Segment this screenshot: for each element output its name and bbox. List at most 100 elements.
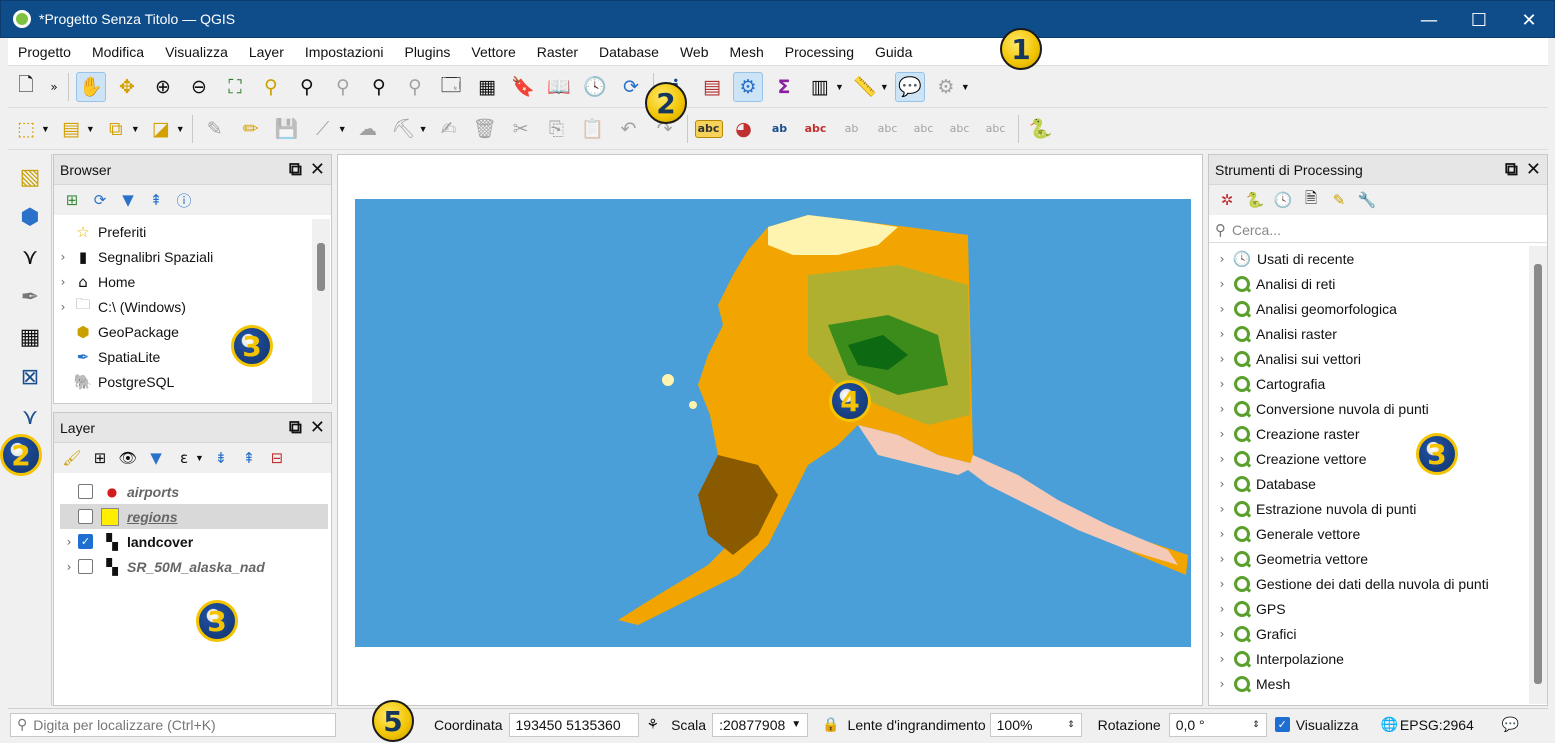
chevron-right-icon[interactable]: › bbox=[1213, 502, 1231, 516]
chevron-right-icon[interactable]: › bbox=[1213, 627, 1231, 641]
menu-plugins[interactable]: Plugins bbox=[394, 44, 461, 60]
paste-features-icon[interactable]: 📋 bbox=[578, 114, 608, 144]
scale-field[interactable]: :20877908 ▼ bbox=[712, 712, 809, 737]
processing-group[interactable]: › Creazione vettore bbox=[1213, 446, 1529, 471]
properties-info-icon[interactable]: ⓘ bbox=[172, 188, 196, 212]
menu-vettore[interactable]: Vettore bbox=[461, 44, 526, 60]
chevron-right-icon[interactable]: › bbox=[1213, 677, 1231, 691]
chevron-right-icon[interactable]: › bbox=[54, 300, 72, 314]
processing-scrollbar[interactable] bbox=[1529, 246, 1547, 704]
float-panel-icon[interactable]: ⧉ bbox=[289, 159, 302, 180]
layer-item-sr50m[interactable]: › ▚ SR_50M_alaska_nad bbox=[60, 554, 328, 579]
processing-group[interactable]: › Interpolazione bbox=[1213, 646, 1529, 671]
manage-visibility-icon[interactable]: 👁 bbox=[116, 446, 140, 470]
options-wrench-icon[interactable]: 🔧 bbox=[1355, 188, 1379, 212]
toggle-editing-icon[interactable]: ✏ bbox=[236, 114, 266, 144]
vertex-tool-icon[interactable]: ⛏ bbox=[389, 114, 419, 144]
save-edits-icon[interactable]: 💾 bbox=[272, 114, 302, 144]
chevron-right-icon[interactable]: › bbox=[1213, 602, 1231, 616]
chevron-right-icon[interactable]: › bbox=[1213, 377, 1231, 391]
close-panel-icon[interactable]: ✕ bbox=[310, 159, 325, 180]
chevron-down-icon[interactable]: ▼ bbox=[880, 82, 889, 92]
locator-settings-icon[interactable]: ⚙ bbox=[931, 72, 961, 102]
expand-all-icon[interactable]: ⇟ bbox=[209, 446, 233, 470]
rotation-spinbox[interactable]: 0,0 ° ⇕ bbox=[1168, 712, 1267, 737]
chevron-down-icon[interactable]: ▼ bbox=[41, 124, 50, 134]
spinbox-arrows-icon[interactable]: ⇕ bbox=[1067, 719, 1075, 730]
close-panel-icon[interactable]: ✕ bbox=[1526, 159, 1541, 180]
toolbar-overflow-icon[interactable]: » bbox=[47, 72, 61, 102]
processing-group[interactable]: › Gestione dei dati della nuvola di punti bbox=[1213, 571, 1529, 596]
label-properties-icon[interactable]: abc bbox=[981, 114, 1011, 144]
magnifier-spinbox[interactable]: 100% ⇕ bbox=[989, 712, 1082, 737]
chevron-down-icon[interactable]: ▼ bbox=[419, 124, 428, 134]
filter-expression-icon[interactable]: ε bbox=[172, 446, 196, 470]
browser-item-home[interactable]: › ⌂ Home bbox=[54, 269, 312, 294]
crs-label[interactable]: EPSG:2964 bbox=[1400, 717, 1474, 733]
processing-search-input[interactable]: Cerca... bbox=[1232, 222, 1281, 238]
chevron-right-icon[interactable]: › bbox=[1213, 552, 1231, 566]
scripts-icon[interactable]: 🐍 bbox=[1243, 188, 1267, 212]
browser-item-segnalibri[interactable]: › ▮ Segnalibri Spaziali bbox=[54, 244, 312, 269]
zoom-last-icon[interactable]: ⚲ bbox=[364, 72, 394, 102]
digitize-line-icon[interactable]: ⟋ bbox=[308, 114, 338, 144]
locator-box[interactable]: ⚲ Digita per localizzare (Ctrl+K) bbox=[10, 712, 336, 737]
chevron-down-icon[interactable]: ▼ bbox=[835, 82, 844, 92]
float-panel-icon[interactable]: ⧉ bbox=[289, 417, 302, 438]
processing-group[interactable]: › Generale vettore bbox=[1213, 521, 1529, 546]
zoom-to-layer-icon[interactable]: ⚲ bbox=[292, 72, 322, 102]
layer-item-landcover[interactable]: › ✓ ▚ landcover bbox=[60, 529, 328, 554]
statistics-sigma-icon[interactable]: Σ bbox=[769, 72, 799, 102]
processing-group[interactable]: › Cartografia bbox=[1213, 371, 1529, 396]
render-checkbox[interactable]: ✓ bbox=[1274, 717, 1290, 732]
results-viewer-icon[interactable]: 🗎 bbox=[1299, 188, 1323, 212]
layer-item-regions[interactable]: regions bbox=[60, 504, 328, 529]
processing-group[interactable]: › Database bbox=[1213, 471, 1529, 496]
processing-group[interactable]: › Analisi di reti bbox=[1213, 271, 1529, 296]
zoom-to-selection-icon[interactable]: ⚲ bbox=[256, 72, 286, 102]
layer-styling-icon[interactable]: 🖌 bbox=[60, 446, 84, 470]
close-panel-icon[interactable]: ✕ bbox=[310, 417, 325, 438]
add-delimited-text-icon[interactable]: ✒ bbox=[13, 280, 47, 314]
chevron-right-icon[interactable]: › bbox=[1213, 452, 1231, 466]
menu-impostazioni[interactable]: Impostazioni bbox=[295, 44, 395, 60]
move-label-icon[interactable]: abc bbox=[873, 114, 903, 144]
field-calculator-icon[interactable]: ▥ bbox=[805, 72, 835, 102]
browser-scrollbar[interactable] bbox=[312, 219, 330, 403]
processing-scrollbar-thumb[interactable] bbox=[1534, 264, 1542, 684]
map-canvas[interactable] bbox=[337, 154, 1203, 706]
menu-raster[interactable]: Raster bbox=[527, 44, 589, 60]
deselect-features-icon[interactable]: ⧉ bbox=[101, 114, 131, 144]
pan-to-selection-icon[interactable]: ✥ bbox=[112, 72, 142, 102]
zoom-full-icon[interactable]: ⛶ bbox=[220, 72, 250, 102]
new-3d-map-view-icon[interactable]: ▦ bbox=[472, 72, 502, 102]
menu-guida[interactable]: Guida bbox=[865, 44, 923, 60]
models-icon[interactable]: ✲ bbox=[1215, 188, 1239, 212]
chevron-right-icon[interactable]: › bbox=[1213, 277, 1231, 291]
lock-scale-icon[interactable]: 🔒 bbox=[822, 717, 839, 733]
menu-layer[interactable]: Layer bbox=[239, 44, 295, 60]
browser-item-preferiti[interactable]: ☆ Preferiti bbox=[54, 219, 312, 244]
current-edits-icon[interactable]: ✎ bbox=[200, 114, 230, 144]
chevron-right-icon[interactable]: › bbox=[1213, 402, 1231, 416]
chevron-right-icon[interactable]: › bbox=[1213, 252, 1231, 266]
show-bookmarks-icon[interactable]: 📖 bbox=[544, 72, 574, 102]
zoom-out-icon[interactable]: ⊖ bbox=[184, 72, 214, 102]
undo-icon[interactable]: ↶ bbox=[614, 114, 644, 144]
close-button[interactable]: ✕ bbox=[1504, 1, 1554, 39]
processing-group[interactable]: › Geometria vettore bbox=[1213, 546, 1529, 571]
edit-features-in-place-icon[interactable]: ✎ bbox=[1327, 188, 1351, 212]
menu-web[interactable]: Web bbox=[670, 44, 720, 60]
change-label-icon[interactable]: abc bbox=[945, 114, 975, 144]
add-geopackage-icon[interactable]: ⬢ bbox=[13, 200, 47, 234]
refresh-browser-icon[interactable]: ⟳ bbox=[88, 188, 112, 212]
menu-database[interactable]: Database bbox=[589, 44, 670, 60]
open-attribute-table-icon[interactable]: ▤ bbox=[697, 72, 727, 102]
chevron-right-icon[interactable]: › bbox=[1213, 302, 1231, 316]
remove-layer-icon[interactable]: ⊟ bbox=[265, 446, 289, 470]
measure-ruler-icon[interactable]: 📏 bbox=[850, 72, 880, 102]
processing-group[interactable]: › 🕓 Usati di recente bbox=[1213, 246, 1529, 271]
chevron-down-icon[interactable]: ▼ bbox=[176, 124, 185, 134]
toolbox-gear-icon[interactable]: ⚙ bbox=[733, 71, 763, 102]
chevron-right-icon[interactable]: › bbox=[1213, 577, 1231, 591]
